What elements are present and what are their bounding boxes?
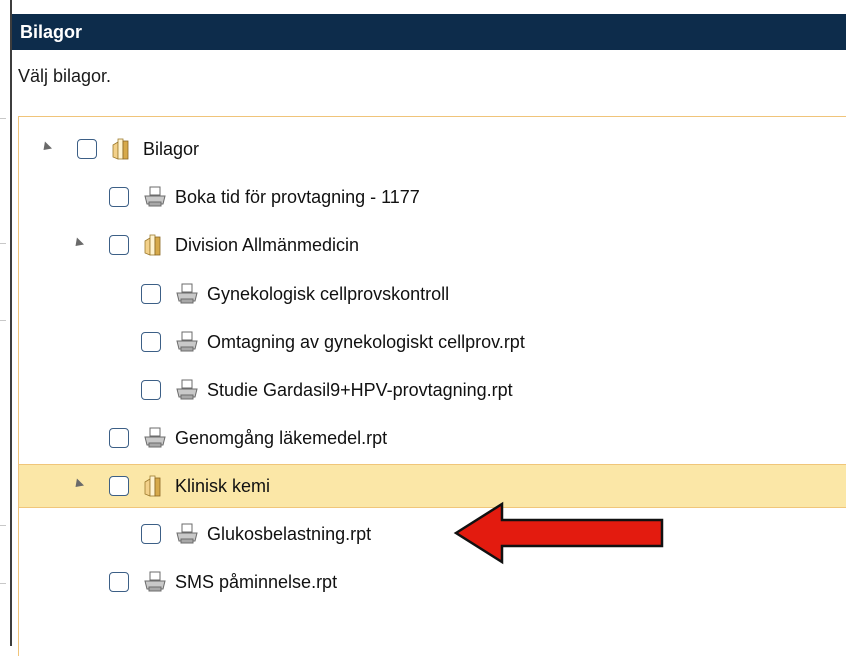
tree-node-gynekologisk-cellprovskontroll[interactable]: Gynekologisk cellprovskontroll bbox=[19, 275, 846, 315]
tree-node-omtagning[interactable]: Omtagning av gynekologiskt cellprov.rpt bbox=[19, 323, 846, 363]
tree-node-sms-paminnelse[interactable]: SMS påminnelse.rpt bbox=[19, 563, 846, 603]
red-arrow-annotation bbox=[453, 501, 664, 565]
checkbox-studie-gardasil[interactable] bbox=[141, 380, 161, 400]
expand-triangle-icon[interactable] bbox=[71, 478, 85, 491]
checkbox-genomgang-lakemedel[interactable] bbox=[109, 428, 129, 448]
dialog-title: Bilagor bbox=[12, 14, 846, 50]
tree-node-boka-tid[interactable]: Boka tid för provtagning - 1177 bbox=[19, 178, 846, 218]
expand-triangle-icon[interactable] bbox=[39, 141, 53, 154]
tree-node-label: Studie Gardasil9+HPV-provtagning.rpt bbox=[207, 380, 513, 400]
printer-icon bbox=[144, 186, 166, 207]
tree-node-klinisk-kemi[interactable]: Klinisk kemi bbox=[19, 464, 846, 508]
background-window-edge bbox=[0, 0, 10, 646]
tree-node-label: Boka tid för provtagning - 1177 bbox=[175, 187, 420, 207]
tree-node-label: Klinisk kemi bbox=[175, 476, 271, 496]
printer-icon bbox=[144, 571, 166, 592]
tree-node-label: Gynekologisk cellprovskontroll bbox=[207, 284, 450, 304]
folder-icon bbox=[112, 138, 129, 160]
checkbox-klinisk-kemi[interactable] bbox=[109, 476, 129, 496]
tree-node-label: SMS påminnelse.rpt bbox=[175, 572, 338, 592]
tree-node-label: Glukosbelastning.rpt bbox=[207, 524, 372, 544]
printer-icon bbox=[176, 331, 198, 352]
printer-icon bbox=[144, 427, 166, 448]
tree-node-bilagor[interactable]: Bilagor bbox=[19, 130, 846, 170]
folder-icon bbox=[144, 475, 161, 497]
tree-node-genomgang-lakemedel[interactable]: Genomgång läkemedel.rpt bbox=[19, 419, 846, 459]
expand-triangle-icon[interactable] bbox=[71, 237, 85, 250]
printer-icon bbox=[176, 379, 198, 400]
folder-icon bbox=[144, 234, 161, 256]
dialog-instruction: Välj bilagor. bbox=[18, 66, 112, 86]
tree-node-glukosbelastning[interactable]: Glukosbelastning.rpt bbox=[19, 515, 846, 555]
attachments-tree: Bilagor Boka tid för provtagning - 1177 … bbox=[18, 116, 846, 656]
tree-node-label: Omtagning av gynekologiskt cellprov.rpt bbox=[207, 332, 525, 352]
checkbox-omtagning[interactable] bbox=[141, 332, 161, 352]
checkbox-sms-paminnelse[interactable] bbox=[109, 572, 129, 592]
checkbox-glukosbelastning[interactable] bbox=[141, 524, 161, 544]
tree-node-label: Division Allmänmedicin bbox=[175, 235, 360, 255]
printer-icon bbox=[176, 283, 198, 304]
checkbox-boka-tid[interactable] bbox=[109, 187, 129, 207]
tree-node-studie-gardasil[interactable]: Studie Gardasil9+HPV-provtagning.rpt bbox=[19, 371, 846, 411]
checkbox-bilagor[interactable] bbox=[77, 139, 97, 159]
tree-node-label: Bilagor bbox=[143, 139, 200, 159]
printer-icon bbox=[176, 523, 198, 544]
checkbox-division-allmanmedicin[interactable] bbox=[109, 235, 129, 255]
tree-node-label: Genomgång läkemedel.rpt bbox=[175, 428, 388, 448]
tree-node-division-allmanmedicin[interactable]: Division Allmänmedicin bbox=[19, 226, 846, 266]
attachments-dialog: Bilagor Välj bilagor. Bilagor Boka tid f… bbox=[10, 0, 846, 656]
checkbox-gynekologisk-cellprovskontroll[interactable] bbox=[141, 284, 161, 304]
